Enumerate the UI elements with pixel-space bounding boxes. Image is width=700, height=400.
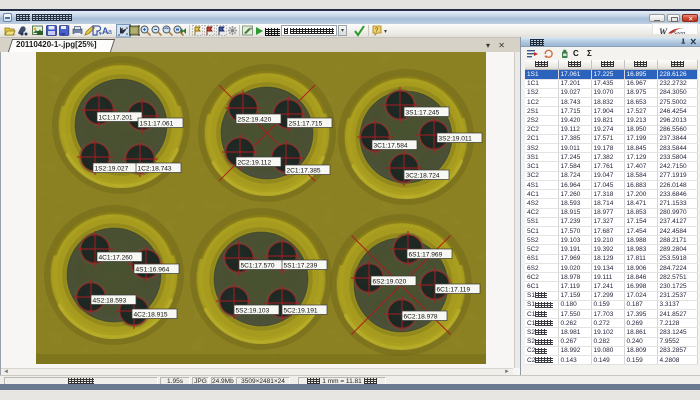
svg-text:2S1:17.715: 2S1:17.715: [289, 120, 323, 127]
svg-text:5C2:19.191: 5C2:19.191: [284, 307, 318, 314]
svg-text:3S1:17.245: 3S1:17.245: [406, 109, 440, 116]
svg-text:5C1:17.570: 5C1:17.570: [241, 262, 275, 269]
svg-text:Seen: Seen: [673, 30, 685, 35]
svg-text:6S1:17.969: 6S1:17.969: [409, 251, 443, 258]
svg-text:1S2:19.027: 1S2:19.027: [95, 165, 129, 172]
svg-text:3C1:17.584: 3C1:17.584: [374, 142, 408, 149]
svg-text:2S2:19.420: 2S2:19.420: [238, 116, 272, 123]
svg-text:6C2:18.978: 6C2:18.978: [404, 313, 438, 320]
svg-text:5S1:17.239: 5S1:17.239: [284, 262, 318, 269]
svg-text:5S2:19.103: 5S2:19.103: [236, 307, 270, 314]
svg-text:▾: ▾: [384, 29, 387, 35]
svg-text:6C1:17.119: 6C1:17.119: [437, 286, 471, 293]
svg-text:1C1:17.201: 1C1:17.201: [99, 114, 133, 121]
svg-text:1S1:17.061: 1S1:17.061: [140, 120, 174, 127]
svg-text:4S2:18.593: 4S2:18.593: [93, 297, 127, 304]
svg-text:6S2:19.020: 6S2:19.020: [373, 278, 407, 285]
svg-text:1C2:18.743: 1C2:18.743: [138, 165, 172, 172]
svg-text:W: W: [659, 27, 668, 35]
svg-text:3S2:19.011: 3S2:19.011: [439, 135, 473, 142]
svg-text:4S1:16.964: 4S1:16.964: [136, 266, 170, 273]
svg-text:2C1:17.385: 2C1:17.385: [287, 167, 321, 174]
svg-text:2C2:19.112: 2C2:19.112: [238, 159, 272, 166]
svg-text:4C1:17.260: 4C1:17.260: [99, 254, 133, 261]
svg-text:a: a: [108, 29, 112, 36]
svg-text:4C2:18.915: 4C2:18.915: [134, 311, 168, 318]
svg-text:3C2:18.724: 3C2:18.724: [406, 172, 440, 179]
